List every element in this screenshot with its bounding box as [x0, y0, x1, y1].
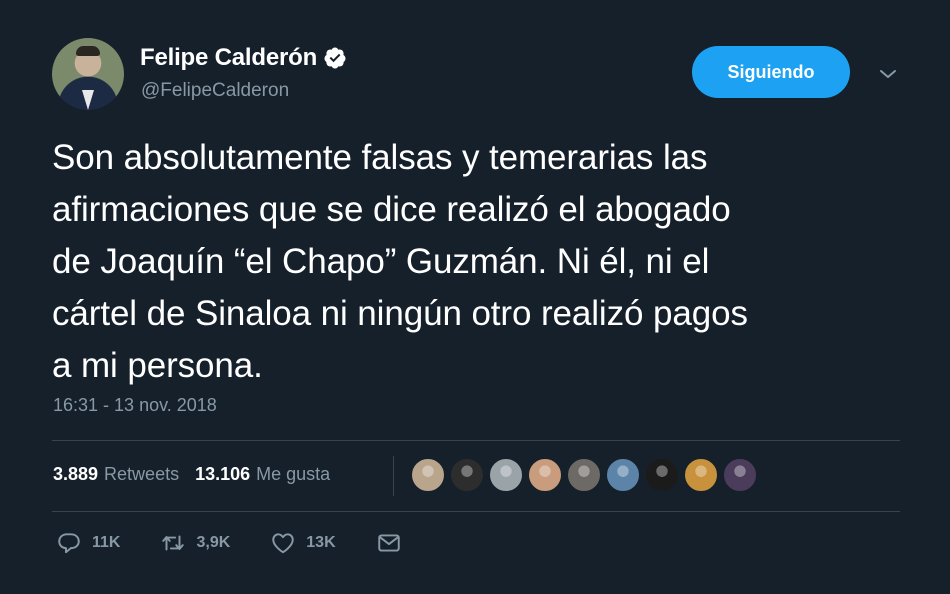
- tweet-stats: 3.889 Retweets 13.106 Me gusta: [53, 464, 330, 485]
- tweet-text-line: Son absolutamente falsas y temerarias la…: [52, 138, 708, 177]
- divider: [52, 440, 900, 441]
- likes-label[interactable]: Me gusta: [256, 464, 330, 485]
- liker-avatar-6[interactable]: [605, 457, 641, 493]
- tweet-card: Felipe Calderón @FelipeCalderon Siguiend…: [0, 0, 950, 594]
- liker-avatar-8[interactable]: [683, 457, 719, 493]
- retweet-icon: [162, 535, 185, 551]
- tweet-text-line: a mi persona.: [52, 346, 263, 385]
- divider: [52, 511, 900, 512]
- liker-avatar-4[interactable]: [527, 457, 563, 493]
- reply-button[interactable]: 11K: [56, 530, 120, 556]
- tweet-actions: 11K 3,9K 13K: [56, 530, 442, 556]
- likes-count[interactable]: 13.106: [195, 464, 250, 485]
- tweet-timestamp[interactable]: 16:31 - 13 nov. 2018: [53, 395, 217, 416]
- retweet-count: 3,9K: [196, 534, 231, 551]
- liker-avatar-1[interactable]: [410, 457, 446, 493]
- liker-avatar-7[interactable]: [644, 457, 680, 493]
- like-count: 13K: [306, 534, 336, 551]
- retweets-label[interactable]: Retweets: [104, 464, 179, 485]
- heart-icon: [272, 533, 294, 554]
- message-button[interactable]: [376, 530, 402, 556]
- author-name-line: Felipe Calderón: [140, 44, 347, 72]
- liker-avatar-2[interactable]: [449, 457, 485, 493]
- author-handle[interactable]: @FelipeCalderon: [141, 80, 289, 102]
- avatar-shirt: [82, 90, 94, 110]
- tweet-text-line: cártel de Sinaloa ni ningún otro realizó…: [52, 294, 748, 333]
- like-button[interactable]: 13K: [270, 530, 336, 556]
- retweet-button[interactable]: 3,9K: [160, 530, 230, 556]
- author-avatar[interactable]: [52, 38, 124, 110]
- following-button[interactable]: Siguiendo: [692, 46, 850, 98]
- tweet-text-line: afirmaciones que se dice realizó el abog…: [52, 190, 731, 229]
- liker-avatar-9[interactable]: [722, 457, 758, 493]
- reply-icon: [58, 533, 80, 554]
- retweets-count[interactable]: 3.889: [53, 464, 98, 485]
- liker-avatar-3[interactable]: [488, 457, 524, 493]
- author-name[interactable]: Felipe Calderón: [140, 44, 317, 72]
- tweet-text: Son absolutamente falsas y temerarias la…: [52, 132, 912, 392]
- envelope-icon: [377, 534, 400, 552]
- stats-separator: [393, 456, 394, 496]
- verified-badge-icon: [324, 47, 346, 69]
- liker-avatar-5[interactable]: [566, 457, 602, 493]
- chevron-down-icon[interactable]: [878, 64, 898, 84]
- avatar-hair: [76, 46, 100, 56]
- tweet-text-line: de Joaquín “el Chapo” Guzmán. Ni él, ni …: [52, 242, 710, 281]
- reply-count: 11K: [92, 534, 121, 551]
- liker-avatars: [410, 457, 758, 493]
